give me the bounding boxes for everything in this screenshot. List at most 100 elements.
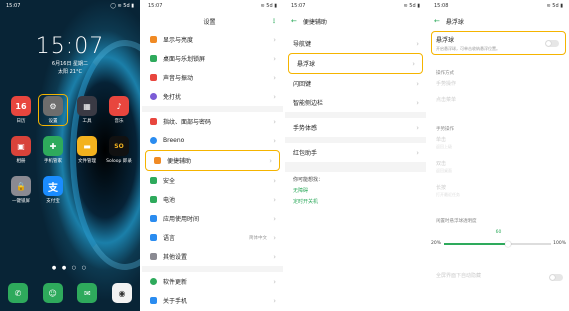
music-note-icon: ♪: [109, 96, 129, 116]
app-calendar[interactable]: 16 日历: [8, 96, 34, 124]
chevron-right-icon: ›: [416, 79, 419, 88]
contacts-icon[interactable]: ☺: [42, 283, 63, 303]
chevron-right-icon: ›: [273, 117, 276, 126]
gesture-single-tap[interactable]: 单击 返回上级: [436, 136, 561, 150]
app-label: Soloop 即录: [106, 159, 132, 164]
app-file-manager[interactable]: ▬ 文件管理: [74, 136, 100, 164]
chevron-right-icon: ›: [412, 59, 415, 68]
item-label: 桌面与乐划锁屏: [163, 56, 206, 63]
app-music[interactable]: ♪ 音乐: [106, 96, 132, 124]
app-gallery[interactable]: ▣ 相册: [8, 136, 34, 164]
settings-item-about[interactable]: 关于手机 ›: [142, 291, 283, 310]
slider-fill: [444, 243, 509, 245]
chevron-right-icon: ›: [273, 54, 276, 63]
app-phone-manager[interactable]: ✚ 手机管家: [40, 136, 66, 164]
app-label: 工具: [82, 119, 92, 124]
settings-item-security[interactable]: 安全 ›: [142, 171, 283, 190]
assist-item-float-ball[interactable]: 悬浮球 ›: [288, 53, 423, 74]
app-settings[interactable]: ⚙ 设置: [38, 94, 68, 126]
chevron-right-icon: ›: [273, 296, 276, 305]
settings-item-sound[interactable]: 声音与振动 ›: [142, 68, 283, 87]
app-label: 一键锁屏: [12, 199, 30, 204]
phone-icon[interactable]: ✆: [8, 283, 28, 303]
assist-screen: 15:07 ≋ 5d ▮ ← 便捷辅助 导航键 › 悬浮球 › 闪回键 › 智能侧边栏 › …: [285, 0, 426, 311]
chevron-right-icon: ›: [273, 233, 276, 242]
item-label: 免打扰: [163, 94, 182, 101]
assist-item-nav-keys[interactable]: 导航键 ›: [285, 34, 426, 53]
settings-item-breeno[interactable]: Breeno ›: [142, 131, 283, 150]
settings-item-language[interactable]: 语言 简体中文 ›: [142, 228, 283, 247]
app-label: 手机管家: [44, 159, 62, 164]
update-icon: [150, 278, 157, 285]
opacity-label: 闲置时悬浮球透明度: [436, 219, 477, 224]
settings-item-other[interactable]: 其他设置 ›: [142, 247, 283, 266]
back-arrow-icon[interactable]: ←: [434, 17, 440, 25]
option-label: 长按: [436, 185, 447, 191]
item-label: 显示与亮度: [163, 37, 194, 44]
link-scheduled-power[interactable]: 定时开关机: [285, 196, 426, 207]
gesture-double-tap[interactable]: 双击 返回桌面: [436, 160, 561, 174]
item-label: 指纹、面部与密码: [163, 119, 212, 126]
assist-item-red-packet[interactable]: 红包助手 ›: [285, 143, 426, 162]
status-bar: 15:07 ≋ 5d ▮: [285, 0, 426, 12]
auto-hide-switch[interactable]: [549, 274, 563, 281]
item-label: 红包助手: [293, 150, 318, 157]
float-ball-toggle-row[interactable]: 悬浮球 开启悬浮球，可单击收纳悬浮位置。: [431, 31, 566, 55]
camera-icon[interactable]: ◉: [111, 283, 132, 303]
opacity-min: 20%: [431, 241, 442, 246]
messages-icon[interactable]: ✉: [77, 283, 98, 303]
clock-widget[interactable]: 15:07: [0, 34, 140, 59]
app-alipay[interactable]: 支支付宝: [40, 176, 66, 204]
settings-item-fingerprint[interactable]: 指纹、面部与密码 ›: [142, 112, 283, 131]
settings-item-dnd[interactable]: 免打扰 ›: [142, 87, 283, 106]
option-label: 手势操作: [436, 81, 457, 87]
assist-item-sidebar[interactable]: 智能侧边栏 ›: [285, 93, 426, 112]
page-title: 设置: [203, 18, 216, 26]
hand-icon: [154, 157, 161, 164]
settings-item-display[interactable]: 显示与亮度 ›: [142, 30, 283, 49]
chevron-right-icon: ›: [273, 136, 276, 145]
status-time: 15:07: [6, 3, 21, 9]
link-accessibility[interactable]: 无障碍: [285, 185, 426, 196]
app-label: 支付宝: [46, 199, 60, 204]
chevron-right-icon: ›: [269, 156, 272, 165]
status-icons: ≋ 5d ▮: [260, 3, 277, 9]
settings-item-battery[interactable]: 电池 ›: [142, 190, 283, 209]
more-icon[interactable]: ⋮: [271, 18, 277, 25]
settings-item-desktop[interactable]: 桌面与乐划锁屏 ›: [142, 49, 283, 68]
shield-icon: ✚: [43, 136, 63, 156]
grid-icon: [150, 253, 157, 260]
assist-item-gestures[interactable]: 手势体感 ›: [285, 118, 426, 137]
mode-gesture[interactable]: 手势操作: [436, 80, 561, 87]
opacity-slider[interactable]: [444, 241, 551, 247]
slider-knob[interactable]: [505, 241, 512, 247]
item-label: 电池: [163, 197, 176, 204]
app-label: 相册: [16, 159, 26, 164]
float-ball-switch[interactable]: [545, 40, 559, 47]
app-label: 音乐: [114, 119, 124, 124]
app-label: 日历: [16, 119, 26, 124]
settings-header: 设置 ⋮: [142, 14, 283, 28]
item-label: 闪回键: [293, 81, 312, 88]
assist-header: ← 便捷辅助: [285, 14, 426, 28]
settings-item-assist[interactable]: 便捷辅助 ›: [145, 150, 280, 171]
chevron-right-icon: ›: [273, 277, 276, 286]
gear-icon: ⚙: [43, 96, 63, 116]
auto-hide-row[interactable]: 全屏界面下自动隐藏: [436, 272, 561, 279]
assist-item-flashback[interactable]: 闪回键 ›: [285, 74, 426, 93]
app-lock-screen[interactable]: 🔒 一键锁屏: [8, 176, 34, 204]
settings-item-app-time[interactable]: 应用使用时间 ›: [142, 209, 283, 228]
option-value: 打开最近任务: [436, 192, 460, 197]
page-title: 便捷辅助: [302, 18, 327, 26]
shield-icon: [150, 177, 157, 184]
settings-item-update[interactable]: 软件更新 ›: [142, 272, 283, 291]
item-label: 安全: [163, 178, 176, 185]
alipay-icon: 支: [43, 176, 63, 196]
option-label: 双击: [436, 161, 447, 167]
back-arrow-icon[interactable]: ←: [291, 17, 297, 25]
app-soloop[interactable]: SO Soloop 即录: [106, 136, 132, 164]
app-tools[interactable]: ▦ 工具: [74, 96, 100, 124]
gesture-long-press[interactable]: 长按 打开最近任务: [436, 184, 561, 198]
page-title: 悬浮球: [445, 18, 464, 26]
mode-menu[interactable]: 点击菜单: [436, 96, 561, 103]
